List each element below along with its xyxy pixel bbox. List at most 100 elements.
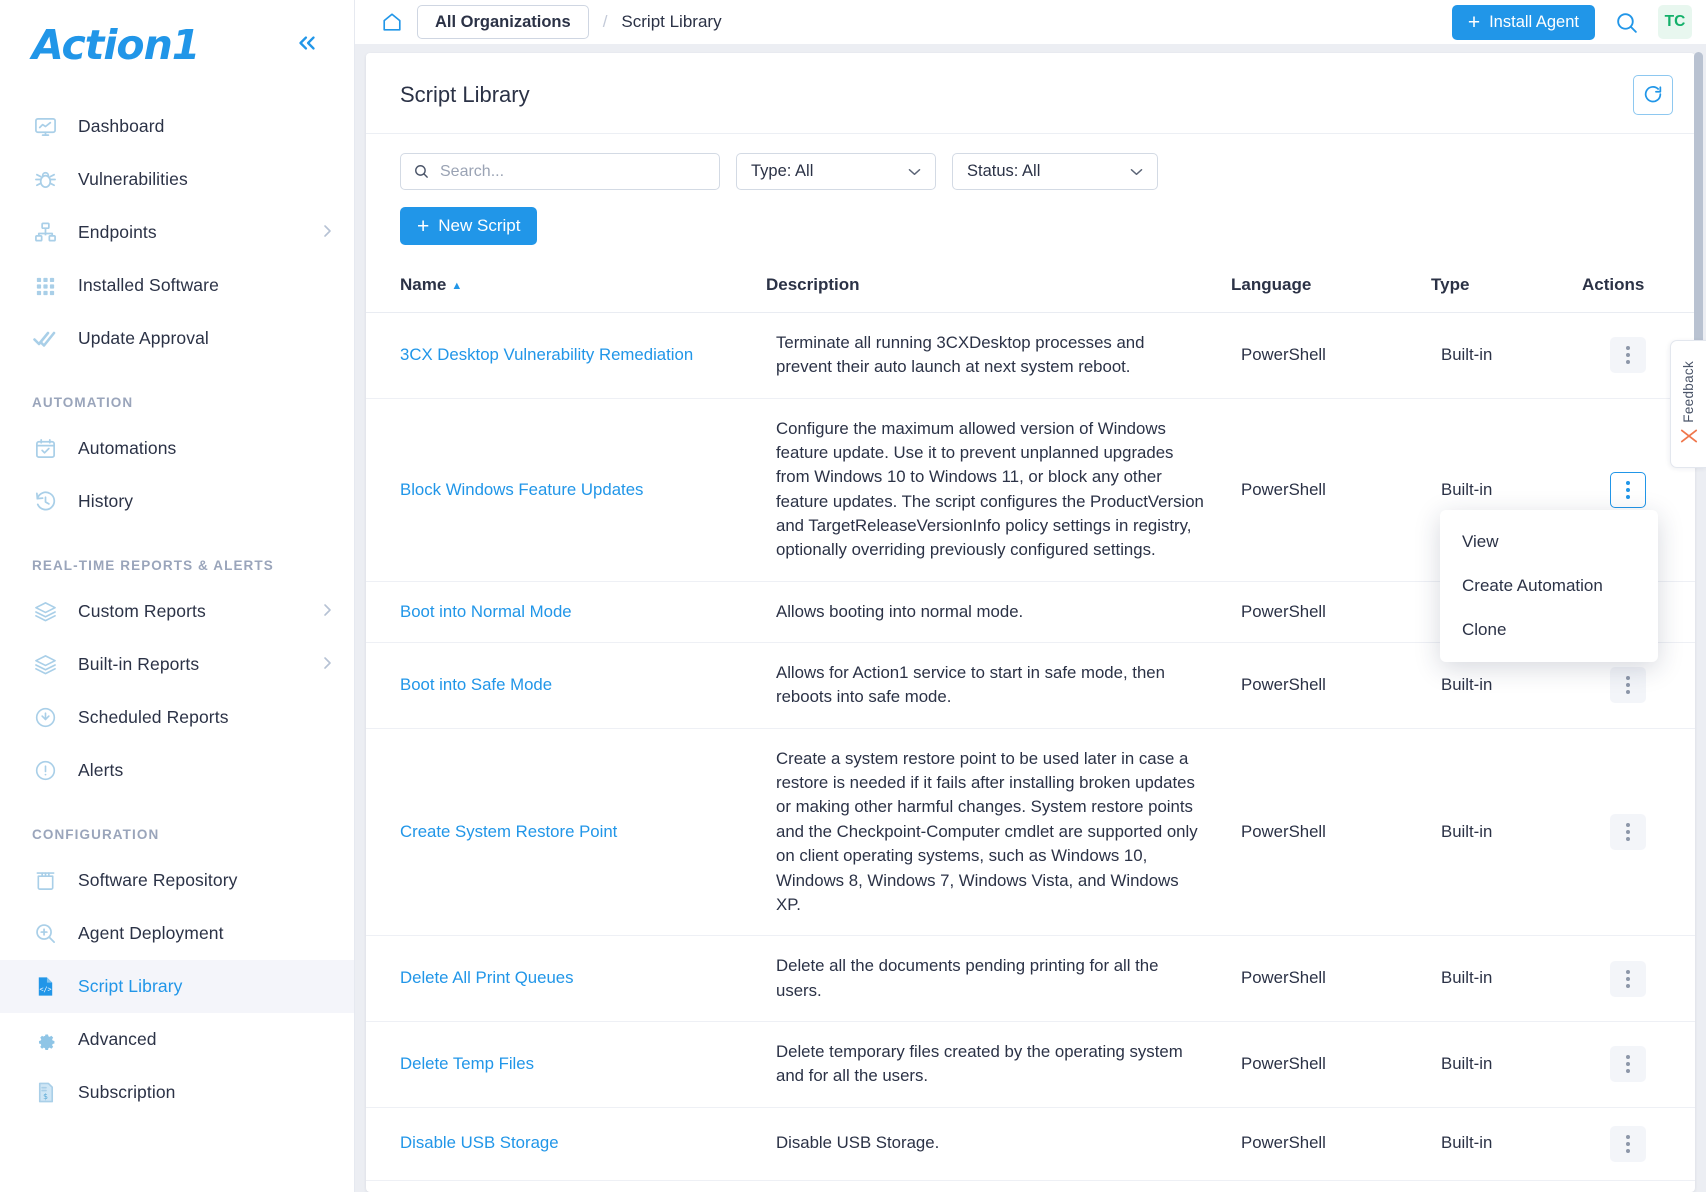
sidebar-item-update-approval[interactable]: Update Approval <box>0 312 354 365</box>
table-row[interactable]: Delete Temp Files Delete temporary files… <box>366 1021 1695 1108</box>
sidebar-item-history[interactable]: History <box>0 475 354 528</box>
action1-logo[interactable]: Action1 <box>32 21 200 69</box>
script-language-cell: PowerShell <box>1231 1180 1431 1192</box>
script-actions-cell <box>1576 1021 1695 1108</box>
table-row[interactable]: Create System Restore Point Create a sys… <box>366 728 1695 937</box>
script-name-link[interactable]: Block Windows Feature Updates <box>400 480 643 499</box>
script-name-link[interactable]: Boot into Safe Mode <box>400 675 552 694</box>
script-description-cell: Allows booting into normal mode. <box>766 581 1231 644</box>
search-input-wrapper[interactable] <box>400 153 720 190</box>
status-filter-select[interactable]: Status: All <box>952 153 1158 190</box>
sidebar-item-label: Script Library <box>78 976 183 996</box>
column-header-name[interactable]: Name ▲ <box>366 263 766 313</box>
row-actions-menu-button[interactable] <box>1610 1046 1646 1083</box>
breadcrumb-separator: / <box>602 12 608 31</box>
script-type-cell: Built-in <box>1431 728 1576 937</box>
feedback-tab[interactable]: Feedback <box>1670 340 1706 468</box>
chevron-down-icon <box>1130 164 1143 179</box>
scripts-table: Name ▲ Description Language Type Actions … <box>366 263 1695 1192</box>
script-actions-cell <box>1576 1107 1695 1181</box>
gear-icon <box>32 1027 58 1053</box>
filter-row: Type: All Status: All <box>400 153 1661 190</box>
script-description-cell: Disable USB Storage. <box>766 1107 1231 1181</box>
sidebar-item-advanced[interactable]: Advanced <box>0 1013 354 1066</box>
script-name-link[interactable]: Create System Restore Point <box>400 822 617 841</box>
script-name-link[interactable]: Boot into Normal Mode <box>400 602 572 621</box>
column-header-language[interactable]: Language <box>1231 263 1431 313</box>
sidebar-item-agent-deployment[interactable]: Agent Deployment <box>0 907 354 960</box>
filter-bar: Type: All Status: All <box>366 134 1695 245</box>
sidebar-item-dashboard[interactable]: Dashboard <box>0 100 354 153</box>
table-row[interactable]: 3CX Desktop Vulnerability Remediation Te… <box>366 312 1695 399</box>
table-row[interactable]: Disable USB Storage Disable USB Storage.… <box>366 1107 1695 1181</box>
sidebar-item-endpoints[interactable]: Endpoints <box>0 206 354 259</box>
double-chevron-left-icon[interactable] <box>288 26 326 65</box>
script-language-cell: PowerShell <box>1231 581 1431 644</box>
plus-icon: + <box>417 214 430 238</box>
type-filter-select[interactable]: Type: All <box>736 153 936 190</box>
script-type-cell: Built-in <box>1431 935 1576 1022</box>
sort-asc-icon: ▲ <box>451 279 463 292</box>
plus-icon: + <box>1467 10 1481 34</box>
layers-icon <box>32 599 58 625</box>
brand-row: Action1 <box>0 0 354 90</box>
script-description-cell: Configure the maximum allowed version of… <box>766 398 1231 582</box>
action1-mark-icon <box>1679 428 1699 447</box>
history-icon <box>32 489 58 515</box>
column-header-actions: Actions <box>1576 263 1695 313</box>
install-agent-button[interactable]: + Install Agent <box>1451 4 1595 40</box>
column-header-description[interactable]: Description <box>766 263 1231 313</box>
script-name-link[interactable]: 3CX Desktop Vulnerability Remediation <box>400 345 693 364</box>
context-menu-item-create-automation[interactable]: Create Automation <box>1440 564 1658 608</box>
row-actions-menu-button[interactable] <box>1610 471 1646 508</box>
table-row[interactable]: DISM Windows Image Repair Automatically … <box>366 1180 1695 1192</box>
sidebar-item-software-repository[interactable]: Software Repository <box>0 854 354 907</box>
script-name-link[interactable]: Delete Temp Files <box>400 1054 534 1073</box>
sidebar-item-script-library[interactable]: </> Script Library <box>0 960 354 1013</box>
row-actions-menu-button[interactable] <box>1610 667 1646 704</box>
script-name-cell: 3CX Desktop Vulnerability Remediation <box>366 312 766 399</box>
context-menu-item-view[interactable]: View <box>1440 520 1658 564</box>
row-actions-menu-button[interactable] <box>1610 337 1646 374</box>
script-name-link[interactable]: Delete All Print Queues <box>400 968 574 987</box>
search-icon[interactable] <box>1611 7 1642 38</box>
clock-download-icon <box>32 705 58 731</box>
sidebar-item-vulnerabilities[interactable]: Vulnerabilities <box>0 153 354 206</box>
card-header: Script Library <box>366 53 1695 134</box>
row-actions-menu-button[interactable] <box>1610 813 1646 850</box>
script-name-cell: Boot into Normal Mode <box>366 581 766 644</box>
sidebar-item-automations[interactable]: Automations <box>0 422 354 475</box>
chevron-right-icon <box>322 655 332 675</box>
sidebar-item-installed-software[interactable]: Installed Software <box>0 259 354 312</box>
avatar[interactable]: TC <box>1658 5 1692 39</box>
sidebar-item-label: Scheduled Reports <box>78 707 229 727</box>
row-actions-menu-button[interactable] <box>1610 1125 1646 1162</box>
table-row[interactable]: Delete All Print Queues Delete all the d… <box>366 935 1695 1022</box>
sidebar-item-scheduled-reports[interactable]: Scheduled Reports <box>0 691 354 744</box>
invoice-icon: $ <box>32 1080 58 1106</box>
sidebar-item-built-in-reports[interactable]: Built-in Reports <box>0 638 354 691</box>
home-icon[interactable] <box>381 11 403 33</box>
feedback-label: Feedback <box>1681 360 1696 423</box>
script-name-cell: Block Windows Feature Updates <box>366 398 766 582</box>
script-language-cell: PowerShell <box>1231 728 1431 937</box>
search-input[interactable] <box>440 162 707 181</box>
page-title: Script Library <box>400 82 530 107</box>
calendar-check-icon <box>32 436 58 462</box>
sidebar-item-custom-reports[interactable]: Custom Reports <box>0 585 354 638</box>
sidebar-item-subscription[interactable]: $ Subscription <box>0 1066 354 1119</box>
sidebar-item-alerts[interactable]: Alerts <box>0 744 354 797</box>
row-actions-menu-button[interactable] <box>1610 960 1646 997</box>
script-name-link[interactable]: Disable USB Storage <box>400 1133 559 1152</box>
script-type-cell: Built-in <box>1431 1180 1576 1192</box>
app-root: Action1 Dashboard Vulnerabilities Endpoi… <box>0 0 1706 1192</box>
sidebar-item-label: Custom Reports <box>78 601 206 621</box>
install-agent-label: Install Agent <box>1489 12 1579 31</box>
column-header-type[interactable]: Type <box>1431 263 1576 313</box>
context-menu-item-clone[interactable]: Clone <box>1440 608 1658 652</box>
sidebar-item-label: Software Repository <box>78 870 238 890</box>
grid-icon <box>32 273 58 299</box>
all-organizations-button[interactable]: All Organizations <box>417 4 589 40</box>
refresh-icon[interactable] <box>1633 75 1673 115</box>
new-script-button[interactable]: + New Script <box>400 207 538 245</box>
